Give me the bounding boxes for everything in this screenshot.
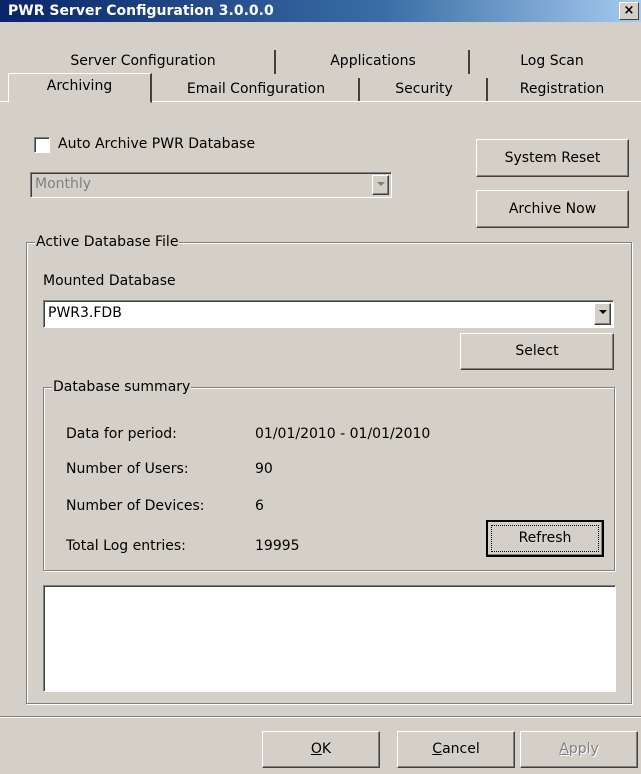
- apply-label-rest: pply: [568, 741, 599, 757]
- focus-ring: [491, 525, 599, 552]
- apply-mnemonic: A: [559, 741, 569, 757]
- summary-label-users: Number of Users:: [66, 461, 189, 477]
- tab-applications[interactable]: Applications: [278, 50, 470, 74]
- footer-separator-highlight: [0, 717, 641, 718]
- cancel-label: Cancel: [432, 741, 479, 757]
- tab-log-scan[interactable]: Log Scan: [472, 50, 632, 74]
- system-reset-button[interactable]: System Reset: [476, 139, 629, 177]
- log-output-box[interactable]: [43, 585, 616, 692]
- archive-now-label: Archive Now: [508, 201, 597, 217]
- window-title: PWR Server Configuration 3.0.0.0: [8, 3, 274, 19]
- apply-label: Apply: [559, 741, 599, 757]
- cancel-button[interactable]: Cancel: [397, 731, 515, 768]
- archive-frequency-select: Monthly: [30, 172, 392, 198]
- system-reset-label: System Reset: [504, 150, 601, 166]
- tab-registration[interactable]: Registration: [490, 78, 634, 102]
- summary-value-period: 01/01/2010 - 01/01/2010: [255, 426, 431, 442]
- summary-value-users: 90: [255, 461, 273, 477]
- cancel-label-rest: ancel: [442, 741, 480, 757]
- ok-button[interactable]: OK: [262, 731, 380, 768]
- summary-value-devices: 6: [255, 498, 264, 514]
- title-bar[interactable]: PWR Server Configuration 3.0.0.0 ×: [0, 0, 641, 22]
- mounted-database-select[interactable]: PWR3.FDB: [43, 300, 614, 328]
- refresh-button[interactable]: Refresh: [486, 520, 604, 557]
- close-icon[interactable]: ×: [619, 2, 639, 20]
- tab-server-configuration[interactable]: Server Configuration: [12, 50, 276, 74]
- auto-archive-label: Auto Archive PWR Database: [58, 136, 256, 152]
- summary-label-log-entries: Total Log entries:: [66, 538, 186, 554]
- tab-email-configuration[interactable]: Email Configuration: [154, 78, 360, 102]
- chevron-down-icon: [372, 175, 389, 195]
- active-database-legend: Active Database File: [35, 234, 180, 250]
- summary-label-devices: Number of Devices:: [66, 498, 205, 514]
- summary-label-period: Data for period:: [66, 426, 177, 442]
- chevron-down-icon[interactable]: [594, 303, 611, 325]
- database-summary-legend: Database summary: [52, 379, 192, 395]
- auto-archive-checkbox[interactable]: [34, 137, 50, 153]
- ok-label-rest: K: [321, 741, 332, 757]
- ok-mnemonic: O: [310, 741, 322, 757]
- cancel-mnemonic: C: [432, 741, 443, 757]
- archive-frequency-value: Monthly: [35, 176, 92, 192]
- summary-value-log-entries: 19995: [255, 538, 300, 554]
- ok-label: OK: [311, 741, 331, 757]
- apply-button[interactable]: Apply: [520, 731, 638, 768]
- select-button[interactable]: Select: [460, 333, 614, 370]
- mounted-database-label: Mounted Database: [43, 273, 176, 289]
- mounted-database-value: PWR3.FDB: [48, 305, 122, 321]
- config-window: PWR Server Configuration 3.0.0.0 × Serve…: [0, 0, 641, 774]
- archive-now-button[interactable]: Archive Now: [476, 190, 629, 228]
- tab-archiving[interactable]: Archiving: [8, 73, 152, 103]
- tab-security[interactable]: Security: [362, 78, 488, 102]
- select-button-label: Select: [515, 343, 559, 359]
